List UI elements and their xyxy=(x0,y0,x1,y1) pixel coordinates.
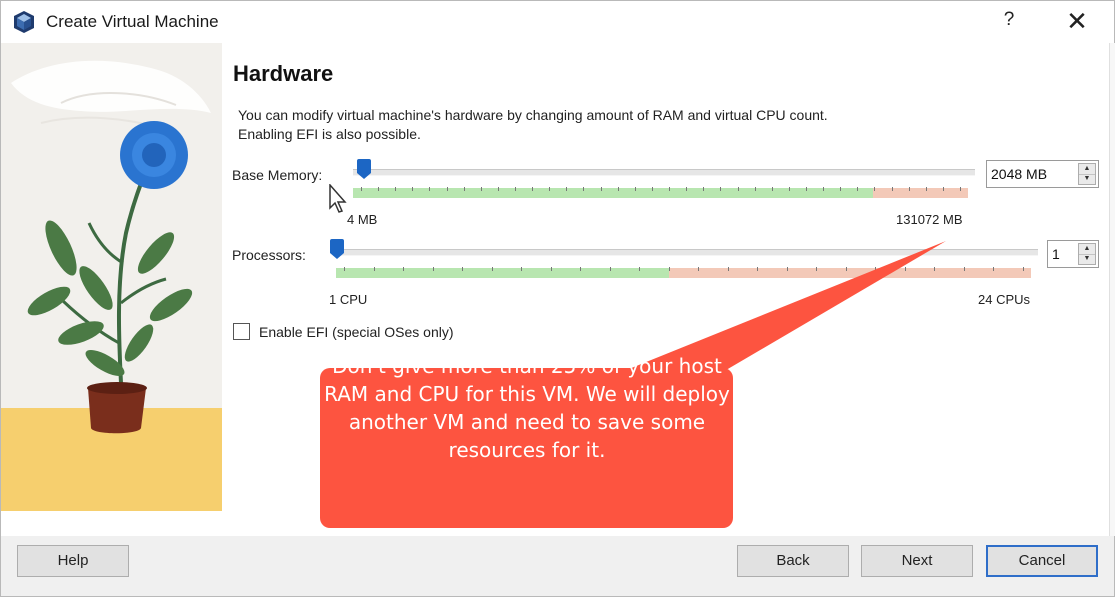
spin-down-icon[interactable]: ▼ xyxy=(1079,254,1095,264)
next-button[interactable]: Next xyxy=(861,545,973,577)
description-line-2: Enabling EFI is also possible. xyxy=(238,126,421,142)
mouse-pointer-icon xyxy=(329,184,347,213)
processors-value[interactable]: 1 xyxy=(1052,246,1060,262)
memory-min-label: 4 MB xyxy=(347,212,378,227)
page-description: You can modify virtual machine's hardwar… xyxy=(238,106,978,144)
processors-slider-thumb[interactable] xyxy=(330,239,344,259)
scrollbar-edge xyxy=(1109,43,1115,536)
close-icon[interactable]: ✕ xyxy=(1061,5,1093,37)
memory-slider-track[interactable] xyxy=(353,169,975,176)
processors-max-label: 24 CPUs xyxy=(978,292,1031,307)
processors-spinbox[interactable]: 1 ▲ ▼ xyxy=(1047,240,1099,268)
virtualbox-icon xyxy=(14,11,34,33)
memory-slider-thumb[interactable] xyxy=(357,159,371,179)
memory-value[interactable]: 2048 MB xyxy=(991,166,1047,182)
memory-max-label: 131072 MB xyxy=(896,212,963,227)
processors-label: Processors: xyxy=(232,247,306,263)
memory-spin-buttons[interactable]: ▲ ▼ xyxy=(1078,163,1096,185)
create-vm-dialog: Create Virtual Machine ? ✕ Hardware You … xyxy=(0,0,1115,597)
plant-illustration xyxy=(1,43,222,511)
cancel-button[interactable]: Cancel xyxy=(986,545,1098,577)
processors-spin-buttons[interactable]: ▲ ▼ xyxy=(1078,243,1096,265)
help-icon[interactable]: ? xyxy=(997,9,1021,31)
enable-efi-label: Enable EFI (special OSes only) xyxy=(259,324,454,340)
enable-efi-checkbox[interactable] xyxy=(233,323,250,340)
spin-down-icon[interactable]: ▼ xyxy=(1079,174,1095,184)
processors-min-label: 1 CPU xyxy=(329,292,368,307)
dialog-footer: Help Back Next Cancel xyxy=(1,536,1114,596)
wizard-illustration xyxy=(1,43,222,511)
back-button[interactable]: Back xyxy=(737,545,849,577)
memory-ticks xyxy=(361,187,961,191)
help-button[interactable]: Help xyxy=(17,545,129,577)
page-heading: Hardware xyxy=(233,61,334,86)
window-title: Create Virtual Machine xyxy=(46,12,219,31)
base-memory-label: Base Memory: xyxy=(232,167,323,183)
processors-slider-track[interactable] xyxy=(333,249,1038,256)
processors-ticks xyxy=(344,267,1024,271)
memory-spinbox[interactable]: 2048 MB ▲ ▼ xyxy=(986,160,1099,188)
description-line-1: You can modify virtual machine's hardwar… xyxy=(238,107,828,123)
title-bar: Create Virtual Machine ? ✕ xyxy=(1,1,1114,43)
callout-text: Don't give more than 25% of your host RA… xyxy=(324,354,730,462)
